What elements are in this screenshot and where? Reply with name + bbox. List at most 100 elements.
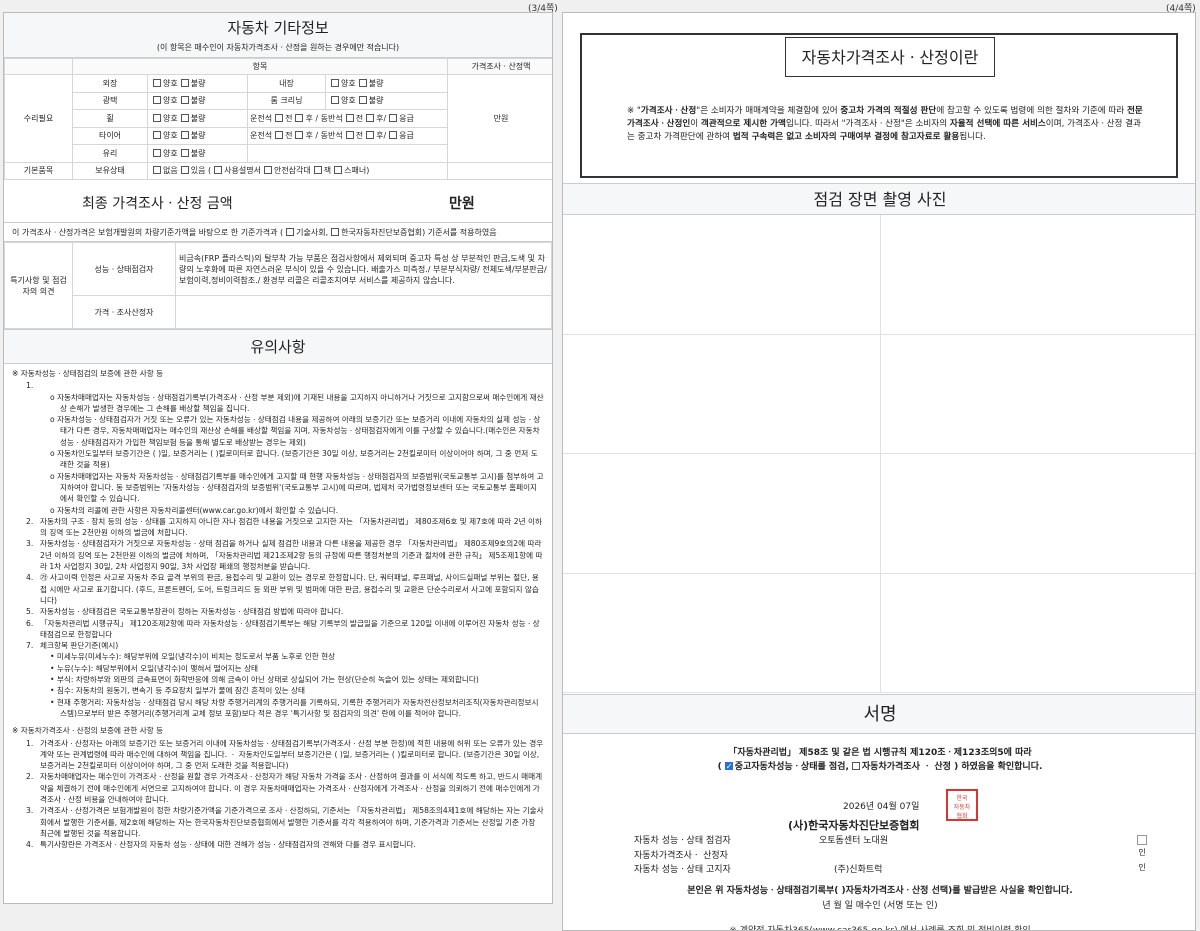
law-line: 「자동차관리법」 제58조 및 같은 법 시행규칙 제120조ㆍ제123조의5에… bbox=[728, 748, 1032, 758]
row-room-clean: 룸 크리닝 bbox=[247, 91, 326, 110]
name-inspector: 오토돔센터 노대원 bbox=[819, 836, 889, 846]
group-repair: 수리필요 bbox=[4, 74, 73, 163]
photo-slot bbox=[881, 574, 1196, 693]
photo-slot bbox=[881, 335, 1196, 454]
notes-item-text: 특기사항란은 가격조사ㆍ산정자의 자동차 성능ㆍ상태에 대한 견해가 성능ㆍ상태… bbox=[40, 840, 416, 850]
checkbox[interactable] bbox=[295, 131, 304, 140]
name-notifier: (주)신화트럭 bbox=[834, 865, 883, 876]
text-part: "은 소비자가 매매계약을 체결함에 있어 bbox=[696, 106, 841, 116]
label-triangle: 안전삼각대 bbox=[273, 166, 311, 176]
label-good: 양호 bbox=[163, 131, 178, 141]
checkbox[interactable] bbox=[275, 131, 284, 140]
checkbox[interactable] bbox=[366, 113, 375, 122]
label-front: 전 bbox=[355, 131, 364, 141]
checkbox[interactable] bbox=[334, 166, 343, 175]
checkbox[interactable] bbox=[389, 113, 398, 122]
checkbox[interactable] bbox=[153, 78, 161, 87]
checkbox[interactable] bbox=[180, 148, 189, 157]
page-4: 자동차가격조사ㆍ산정이란 ※ "가격조사ㆍ산정"은 소비자가 매매계약을 체결함… bbox=[562, 12, 1196, 931]
stamp-label: 인 bbox=[1138, 863, 1146, 872]
checkbox[interactable] bbox=[331, 96, 339, 105]
label-bad: 불량 bbox=[190, 113, 206, 123]
checkbox[interactable] bbox=[389, 131, 398, 140]
notes-subitem: 자동차인도일부터 보증기간은 ( )일, 보증거리는 ( )킬로미터로 합니다.… bbox=[57, 448, 544, 471]
row-exterior: 외장 bbox=[72, 74, 148, 93]
label-manual: 사용설명서 bbox=[224, 166, 261, 176]
checkbox[interactable] bbox=[263, 166, 272, 175]
checkbox-inspection[interactable] bbox=[724, 760, 733, 774]
col-price-header: 가격조사ㆍ산정액 bbox=[447, 58, 552, 75]
photo-section-title: 점검 장면 촬영 사진 bbox=[563, 183, 1195, 215]
label-rear: 후 bbox=[376, 131, 384, 141]
label-have: 있음 bbox=[190, 166, 206, 176]
judge-item: 미세누유(미세누수): 해당부위에 오일(냉각수)이 비치는 정도로서 부품 노… bbox=[57, 651, 544, 662]
sign-section-title: 서명 bbox=[563, 694, 1195, 734]
notes-item: 2. 자동차의 구조ㆍ장치 등의 성능ㆍ상태를 고지하지 아니한 자나 점검한 내… bbox=[26, 516, 542, 538]
notes-subitem: 자동차매매업자는 자동차 자동차성능ㆍ상태점검기록부를 매수인에게 고지할 때 … bbox=[57, 471, 544, 505]
label-good: 양호 bbox=[341, 78, 356, 88]
checkbox[interactable] bbox=[358, 78, 367, 87]
notes-item: 5. 자동차성능ㆍ상태점검은 국토교통부장관이 정하는 자동차성능ㆍ상태점검 방법… bbox=[26, 607, 344, 617]
notes-subitem: 자동차성능ㆍ상태점검자가 거짓 또는 오류가 있는 자동차성능ㆍ상태점검 내용을… bbox=[57, 414, 544, 448]
label-rear: 후 bbox=[305, 131, 313, 141]
appraisal-info-box: 자동차가격조사ㆍ산정이란 ※ "가격조사ㆍ산정"은 소비자가 매매계약을 체결함… bbox=[580, 33, 1178, 178]
label-spare: 응급 bbox=[399, 131, 414, 141]
checkbox[interactable] bbox=[345, 113, 354, 122]
notes-item-text: 자동차성능ㆍ상태점검은 국토교통부장관이 정하는 자동차성능ㆍ상태점검 방법에 … bbox=[40, 607, 344, 617]
photo-slot bbox=[563, 454, 881, 573]
checkbox-appraisal[interactable] bbox=[851, 762, 860, 770]
checkbox[interactable] bbox=[331, 228, 340, 236]
law-opt2: 자동차가격조사 ㆍ 산정 ) 하였음을 확인합니다. bbox=[861, 762, 1043, 772]
checkbox[interactable] bbox=[180, 78, 189, 87]
text-bold: 중고차 가격의 적절성 판단 bbox=[840, 106, 937, 116]
checkbox[interactable] bbox=[295, 113, 304, 122]
checkbox[interactable] bbox=[180, 96, 189, 105]
notes-item-text: 가격조사ㆍ산정자는 아래의 보증기간 또는 보증거리 이내에 자동차성능ㆍ상태점… bbox=[40, 738, 544, 771]
label-spanner: 스패너 bbox=[344, 166, 367, 176]
checkbox[interactable] bbox=[153, 113, 161, 122]
text-bold: 법적 구속력은 없고 소비자의 구매여부 결정에 참고자료로 활용 bbox=[732, 132, 960, 142]
checkbox[interactable] bbox=[313, 166, 322, 175]
final-price-label: 최종 가격조사ㆍ산정 금액 bbox=[82, 196, 233, 212]
checkbox[interactable] bbox=[153, 148, 161, 157]
signature-stamp: 인 인 bbox=[1135, 835, 1149, 875]
checkbox[interactable] bbox=[345, 131, 354, 140]
sign-date: 2026년 04월 07일 bbox=[843, 802, 920, 812]
label-good: 양호 bbox=[163, 148, 178, 158]
notes-item-text: 자동차성능ㆍ상태점검자가 거짓으로 자동차성능ㆍ상태 점검을 하거나 실제 점검… bbox=[40, 539, 543, 572]
judge-item: 현재 주행거리: 자동차성능ㆍ상태점검 당시 해당 차량 주행거리계의 주행거리… bbox=[57, 697, 544, 720]
label-bad: 불량 bbox=[190, 78, 206, 88]
notes-item-text: 「자동차관리법 시행규칙」 제120조제2항에 따라 자동차성능ㆍ상태점검기록부… bbox=[40, 618, 540, 639]
checkbox[interactable] bbox=[180, 113, 189, 122]
judge-item: 누유(누수): 해당부위에서 오일(냉각수)이 맺혀서 떨어지는 상태 bbox=[57, 663, 544, 674]
text-part: 에 참고할 수 있도록 법령에 의한 절차와 기준에 따라 bbox=[936, 106, 1127, 116]
checkbox[interactable] bbox=[275, 113, 284, 122]
sign-organization: (사)한국자동차진단보증협회 bbox=[788, 819, 920, 832]
label-good: 양호 bbox=[341, 96, 356, 106]
checkbox[interactable] bbox=[180, 166, 189, 175]
text-part: ※ " bbox=[627, 106, 641, 116]
checkbox[interactable] bbox=[180, 131, 189, 140]
checkbox[interactable] bbox=[366, 131, 375, 140]
notes-item: 2. 자동차매매업자는 매수인이 가격조사ㆍ산정을 원할 경우 가격조사ㆍ산정자가… bbox=[26, 772, 543, 804]
special-label: 특기사항 및 점검자의 의견 bbox=[4, 242, 73, 329]
basis-opt1: 기술사회, bbox=[296, 228, 329, 237]
role-appraiser: 자동차가격조사ㆍ 산정자 bbox=[634, 850, 728, 861]
label-passenger: 동반석 bbox=[320, 131, 343, 141]
row-interior: 내장 bbox=[247, 74, 326, 93]
text-bold: 자율적 선택에 따른 서비스 bbox=[949, 119, 1046, 129]
checkbox[interactable] bbox=[286, 228, 295, 236]
notes-item: 7.체크항목 판단기준(예시) 미세누유(미세누수): 해당부위에 오일(냉각수… bbox=[26, 640, 544, 720]
text-bold: 객관적으로 제시한 가액 bbox=[700, 119, 786, 129]
checkbox[interactable] bbox=[214, 166, 223, 175]
role-inspector: 자동차 성능ㆍ상태 점검자 bbox=[634, 836, 731, 846]
text-part: 이 bbox=[690, 119, 701, 129]
checkbox[interactable] bbox=[153, 96, 161, 105]
checkbox[interactable] bbox=[331, 78, 339, 87]
checkbox[interactable] bbox=[358, 96, 367, 105]
other-info-subtitle: (이 항목은 매수인이 자동차가격조사ㆍ산정을 원하는 경우에만 적습니다) bbox=[156, 43, 400, 52]
text-part: 됩니다. bbox=[959, 132, 986, 142]
notes-title: 유의사항 bbox=[4, 329, 552, 364]
checkbox[interactable] bbox=[153, 131, 161, 140]
checkbox[interactable] bbox=[153, 166, 161, 175]
